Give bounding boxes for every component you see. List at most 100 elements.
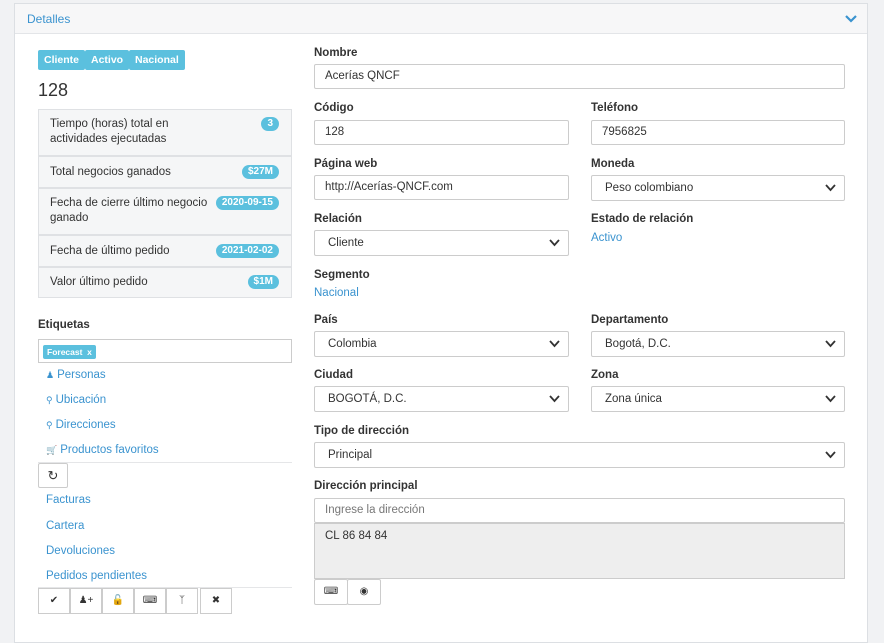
delete-button[interactable]: ✖ xyxy=(200,588,232,614)
ciudad-select[interactable]: BOGOTÁ, D.C. xyxy=(314,386,569,412)
stat-value: 2021-02-02 xyxy=(215,244,279,258)
chevron-down-icon xyxy=(825,340,836,348)
link-facturas[interactable]: Facturas xyxy=(46,494,91,506)
client-id: 128 xyxy=(38,80,69,100)
chevron-down-icon xyxy=(825,451,836,459)
map-marker-icon: ⚲ xyxy=(46,420,53,430)
refresh-button[interactable]: ↻ xyxy=(38,463,68,488)
stat-value: 3 xyxy=(261,117,279,131)
stat-item: Fecha de cierre último negocio ganado 20… xyxy=(38,188,292,235)
stat-value: 2020-09-15 xyxy=(215,196,279,210)
map-marker-icon: ⚲ xyxy=(46,395,53,405)
chevron-down-icon xyxy=(825,395,836,403)
divider xyxy=(38,462,292,463)
label-tipo-direccion: Tipo de dirección xyxy=(314,425,409,437)
pais-value: Colombia xyxy=(328,338,377,350)
tag-chip: Forecast x xyxy=(43,345,96,359)
pagina-web-input[interactable]: http://Acerías-QNCF.com xyxy=(314,175,569,200)
tipo-direccion-select[interactable]: Principal xyxy=(314,442,845,468)
stat-label: Fecha de cierre último negocio ganado xyxy=(50,197,208,224)
record-button[interactable]: ◉ xyxy=(347,579,381,605)
keyboard-button[interactable]: ⌨ xyxy=(314,579,348,605)
fork-icon: ᛉ xyxy=(179,595,185,606)
refresh-icon: ↻ xyxy=(47,468,59,483)
link-direcciones[interactable]: ⚲ Direcciones xyxy=(46,419,116,431)
assign-user-button[interactable]: ♟+ xyxy=(70,588,102,614)
panel-title[interactable]: Detalles xyxy=(27,12,70,26)
nombre-input[interactable]: Acerías QNCF xyxy=(314,64,845,89)
fork-button[interactable]: ᛉ xyxy=(166,588,198,614)
departamento-select[interactable]: Bogotá, D.C. xyxy=(591,331,845,357)
label-pagina-web: Página web xyxy=(314,158,378,170)
badge-status: Activo xyxy=(85,50,130,70)
add-user-icon: ♟+ xyxy=(78,595,94,606)
stat-label: Tiempo (horas) total en actividades ejec… xyxy=(50,118,169,145)
label-zona: Zona xyxy=(591,369,619,381)
zona-select[interactable]: Zona única xyxy=(591,386,845,412)
codigo-input[interactable]: 128 xyxy=(314,120,569,145)
user-icon: ♟ xyxy=(46,370,55,380)
label-codigo: Código xyxy=(314,102,354,114)
tags-input[interactable]: Forecast x xyxy=(38,339,292,363)
keyboard-icon: ⌨ xyxy=(323,586,339,597)
link-devoluciones[interactable]: Devoluciones xyxy=(46,545,115,557)
panel-header[interactable]: Detalles xyxy=(15,4,867,34)
link-cartera[interactable]: Cartera xyxy=(46,520,84,532)
link-personas[interactable]: ♟ Personas xyxy=(46,369,106,381)
unlock-icon: 🔓 xyxy=(111,595,125,606)
pais-select[interactable]: Colombia xyxy=(314,331,569,357)
link-pedidos-pendientes[interactable]: Pedidos pendientes xyxy=(46,570,147,582)
label-pais: País xyxy=(314,314,338,326)
tag-chip-label: Forecast xyxy=(47,347,83,357)
stat-item: Valor último pedido $1M xyxy=(38,267,292,298)
label-departamento: Departamento xyxy=(591,314,669,326)
relacion-value: Cliente xyxy=(328,237,364,249)
label-nombre: Nombre xyxy=(314,47,358,59)
stat-item: Total negocios ganados $27M xyxy=(38,156,292,188)
keyboard-icon: ⌨ xyxy=(142,595,158,606)
unlock-button[interactable]: 🔓 xyxy=(102,588,134,614)
direccion-textarea[interactable]: CL 86 84 84 xyxy=(314,523,845,579)
record-icon: ◉ xyxy=(359,586,369,597)
stat-value: $27M xyxy=(241,165,279,179)
close-icon: ✖ xyxy=(211,595,221,606)
stat-label: Fecha de último pedido xyxy=(50,245,170,257)
action-button-group: ✔ ♟+ 🔓 ⌨ ᛉ ✖ xyxy=(38,588,232,614)
stat-label: Total negocios ganados xyxy=(50,166,171,178)
chevron-down-icon xyxy=(549,239,560,247)
check-icon: ✔ xyxy=(49,595,59,606)
ciudad-value: BOGOTÁ, D.C. xyxy=(328,393,407,405)
direccion-input[interactable]: Ingrese la dirección xyxy=(314,498,845,523)
label-segmento: Segmento xyxy=(314,269,370,281)
cart-icon: 🛒 xyxy=(46,445,58,455)
stat-item: Fecha de último pedido 2021-02-02 xyxy=(38,235,292,267)
zona-value: Zona única xyxy=(605,393,662,405)
label-relacion: Relación xyxy=(314,213,362,225)
link-productos-favoritos[interactable]: 🛒 Productos favoritos xyxy=(46,444,159,456)
stat-item: Tiempo (horas) total en actividades ejec… xyxy=(38,109,292,156)
tags-label: Etiquetas xyxy=(38,319,90,331)
label-ciudad: Ciudad xyxy=(314,369,353,381)
chevron-down-icon[interactable] xyxy=(845,13,857,25)
stat-label: Valor último pedido xyxy=(50,276,148,288)
relacion-select[interactable]: Cliente xyxy=(314,230,569,256)
keyboard-button[interactable]: ⌨ xyxy=(134,588,166,614)
segmento-value[interactable]: Nacional xyxy=(314,287,359,299)
tipo-direccion-value: Principal xyxy=(328,449,373,461)
telefono-input[interactable]: 7956825 xyxy=(591,120,845,145)
label-estado-relacion: Estado de relación xyxy=(591,213,694,225)
label-moneda: Moneda xyxy=(591,158,635,170)
badge-segment: Nacional xyxy=(129,50,185,70)
chevron-down-icon xyxy=(825,184,836,192)
link-ubicacion[interactable]: ⚲ Ubicación xyxy=(46,394,106,406)
chevron-down-icon xyxy=(549,395,560,403)
approve-button[interactable]: ✔ xyxy=(38,588,70,614)
moneda-select[interactable]: Peso colombiano xyxy=(591,175,845,201)
chevron-down-icon xyxy=(549,340,560,348)
label-telefono: Teléfono xyxy=(591,102,639,114)
label-direccion-principal: Dirección principal xyxy=(314,480,418,492)
estado-relacion-value[interactable]: Activo xyxy=(591,232,622,244)
tag-remove-icon[interactable]: x xyxy=(87,347,92,357)
departamento-value: Bogotá, D.C. xyxy=(605,338,671,350)
moneda-value: Peso colombiano xyxy=(605,182,694,194)
